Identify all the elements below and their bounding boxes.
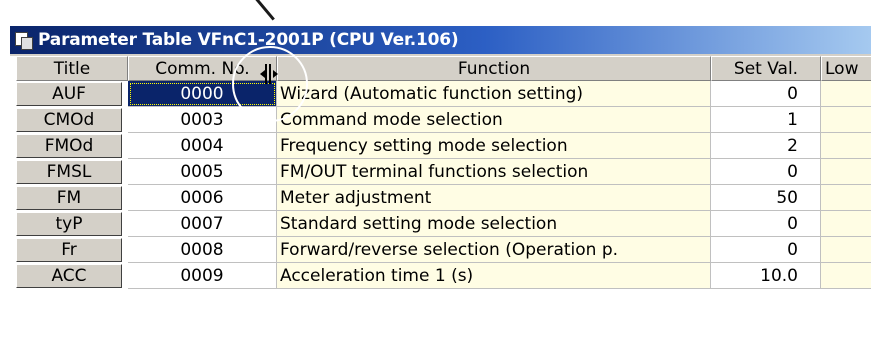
function-cell[interactable]: Wizard (Automatic function setting) <box>277 81 711 107</box>
low-value-cell[interactable] <box>821 263 871 289</box>
comm-no-cell[interactable]: 0004 <box>128 133 277 159</box>
set-value-cell[interactable]: 1 <box>711 107 821 133</box>
row-header-title[interactable]: FM <box>16 186 122 210</box>
set-value-cell[interactable]: 0 <box>711 211 821 237</box>
row-header-title[interactable]: AUF <box>16 82 122 106</box>
low-value-cell[interactable] <box>821 185 871 211</box>
low-value-cell[interactable] <box>821 107 871 133</box>
function-cell[interactable]: Forward/reverse selection (Operation p. <box>277 237 711 263</box>
low-value-cell[interactable] <box>821 237 871 263</box>
column-header-title[interactable]: Title <box>16 56 128 81</box>
row-header-title[interactable]: FMSL <box>16 160 122 184</box>
table-row[interactable]: CMOd 0003 Command mode selection 1 <box>10 107 871 133</box>
table-row[interactable]: FMOd 0004 Frequency setting mode selection… <box>10 133 871 159</box>
table-row[interactable]: Fr 0008 Forward/reverse selection (Operati… <box>10 237 871 263</box>
row-header-title[interactable]: FMOd <box>16 134 122 158</box>
function-cell[interactable]: FM/OUT terminal functions selection <box>277 159 711 185</box>
comm-no-cell[interactable]: 0006 <box>128 185 277 211</box>
table-row[interactable]: AUF 0000 Wizard (Automatic function settin… <box>10 81 871 107</box>
function-cell[interactable]: Command mode selection <box>277 107 711 133</box>
comm-no-cell[interactable]: 0005 <box>128 159 277 185</box>
function-cell[interactable]: Acceleration time 1 (s) <box>277 263 711 289</box>
low-value-cell[interactable] <box>821 159 871 185</box>
set-value-cell[interactable]: 0 <box>711 237 821 263</box>
function-cell[interactable]: Meter adjustment <box>277 185 711 211</box>
function-cell[interactable]: Standard setting mode selection <box>277 211 711 237</box>
row-header-title[interactable]: Fr <box>16 238 122 262</box>
table-row[interactable]: ACC 0009 Acceleration time 1 (s) 10.0 <box>10 263 871 289</box>
comm-no-cell[interactable]: 0007 <box>128 211 277 237</box>
table-row[interactable]: FM 0006 Meter adjustment 50 <box>10 185 871 211</box>
set-value-cell[interactable]: 10.0 <box>711 263 821 289</box>
parameter-table-icon <box>14 31 33 50</box>
title-bar[interactable]: Parameter Table VFnC1-2001P (CPU Ver.106… <box>10 26 871 54</box>
parameter-grid[interactable]: Title Comm. No. Function Set Val. Low AU… <box>10 56 871 347</box>
column-header-function[interactable]: Function <box>277 56 711 81</box>
low-value-cell[interactable] <box>821 81 871 107</box>
comm-no-cell[interactable]: 0008 <box>128 237 277 263</box>
set-value-cell[interactable]: 50 <box>711 185 821 211</box>
table-row[interactable]: tyP 0007 Standard setting mode selection 0 <box>10 211 871 237</box>
function-cell[interactable]: Frequency setting mode selection <box>277 133 711 159</box>
window-title: Parameter Table VFnC1-2001P (CPU Ver.106… <box>38 30 459 50</box>
row-header-title[interactable]: ACC <box>16 264 122 288</box>
column-header-low[interactable]: Low <box>821 56 871 81</box>
set-value-cell[interactable]: 0 <box>711 159 821 185</box>
column-resize-cursor-icon <box>260 64 282 84</box>
low-value-cell[interactable] <box>821 133 871 159</box>
table-row[interactable]: FMSL 0005 FM/OUT terminal functions select… <box>10 159 871 185</box>
set-value-cell[interactable]: 2 <box>711 133 821 159</box>
column-header-set-val[interactable]: Set Val. <box>711 56 821 81</box>
set-value-cell[interactable]: 0 <box>711 81 821 107</box>
row-header-title[interactable]: CMOd <box>16 108 122 132</box>
row-header-title[interactable]: tyP <box>16 212 122 236</box>
comm-no-cell[interactable]: 0009 <box>128 263 277 289</box>
low-value-cell[interactable] <box>821 211 871 237</box>
mouse-pointer-indicator <box>252 0 275 21</box>
cursor-highlight-circle <box>232 46 308 122</box>
parameter-table-window: Parameter Table VFnC1-2001P (CPU Ver.106… <box>8 24 871 347</box>
